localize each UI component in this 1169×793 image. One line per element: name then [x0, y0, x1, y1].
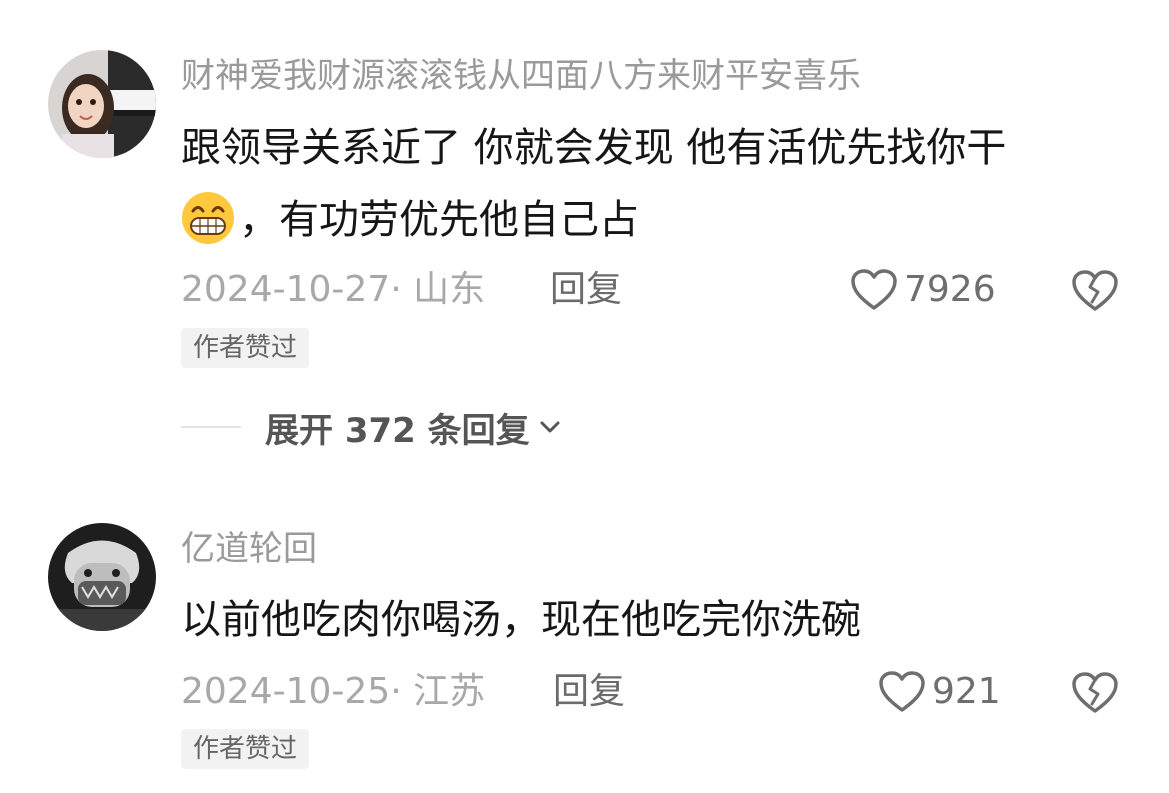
reply-button[interactable]: 回复 — [553, 670, 625, 714]
like-button[interactable]: 7926 — [850, 266, 996, 314]
avatar[interactable] — [48, 523, 156, 631]
dislike-button[interactable] — [1071, 668, 1119, 716]
comment-text-line: ，有功劳优先他自己占 — [181, 184, 1101, 256]
broken-heart-icon — [1072, 672, 1118, 713]
comment-username[interactable]: 财神爱我财源滚滚钱从四面八方来财平安喜乐 — [181, 54, 861, 98]
comment-text: 以前他吃肉你喝汤，现在他吃完你洗碗 — [181, 584, 1101, 656]
heart-outline-icon — [851, 269, 897, 310]
comment-date-location: 2024-10-27· 山东 — [181, 269, 486, 310]
dislike-button[interactable] — [1071, 266, 1119, 314]
author-liked-badge: 作者赞过 — [181, 729, 310, 769]
avatar[interactable] — [48, 50, 156, 158]
heart-outline-icon — [879, 671, 925, 712]
comment-date-location: 2024-10-25· 江苏 — [181, 671, 486, 712]
like-count: 7926 — [904, 269, 996, 310]
comment-text: 跟领导关系近了 你就会发现 他有活优先找你干 ，有功劳优先他自己占 — [181, 112, 1101, 256]
avatar-image — [48, 523, 156, 631]
broken-heart-icon — [1072, 270, 1118, 311]
chevron-down-icon — [540, 421, 560, 433]
comment-username[interactable]: 亿道轮回 — [181, 527, 317, 571]
like-count: 921 — [932, 671, 1001, 712]
avatar-image — [48, 50, 156, 158]
like-button[interactable]: 921 — [878, 668, 1001, 716]
reply-button[interactable]: 回复 — [550, 268, 622, 312]
expand-replies-button[interactable]: 展开 372 条回复 — [181, 405, 564, 451]
divider — [181, 426, 241, 428]
grinning-face-emoji — [182, 192, 234, 244]
author-liked-badge: 作者赞过 — [181, 328, 310, 368]
comment-text-line: 以前他吃肉你喝汤，现在他吃完你洗碗 — [181, 597, 861, 643]
comment-text-segment: ，有功劳优先他自己占 — [239, 197, 639, 243]
comment-text-line: 跟领导关系近了 你就会发现 他有活优先找你干 — [181, 125, 1007, 171]
expand-replies-label: 展开 372 条回复 — [265, 410, 530, 451]
